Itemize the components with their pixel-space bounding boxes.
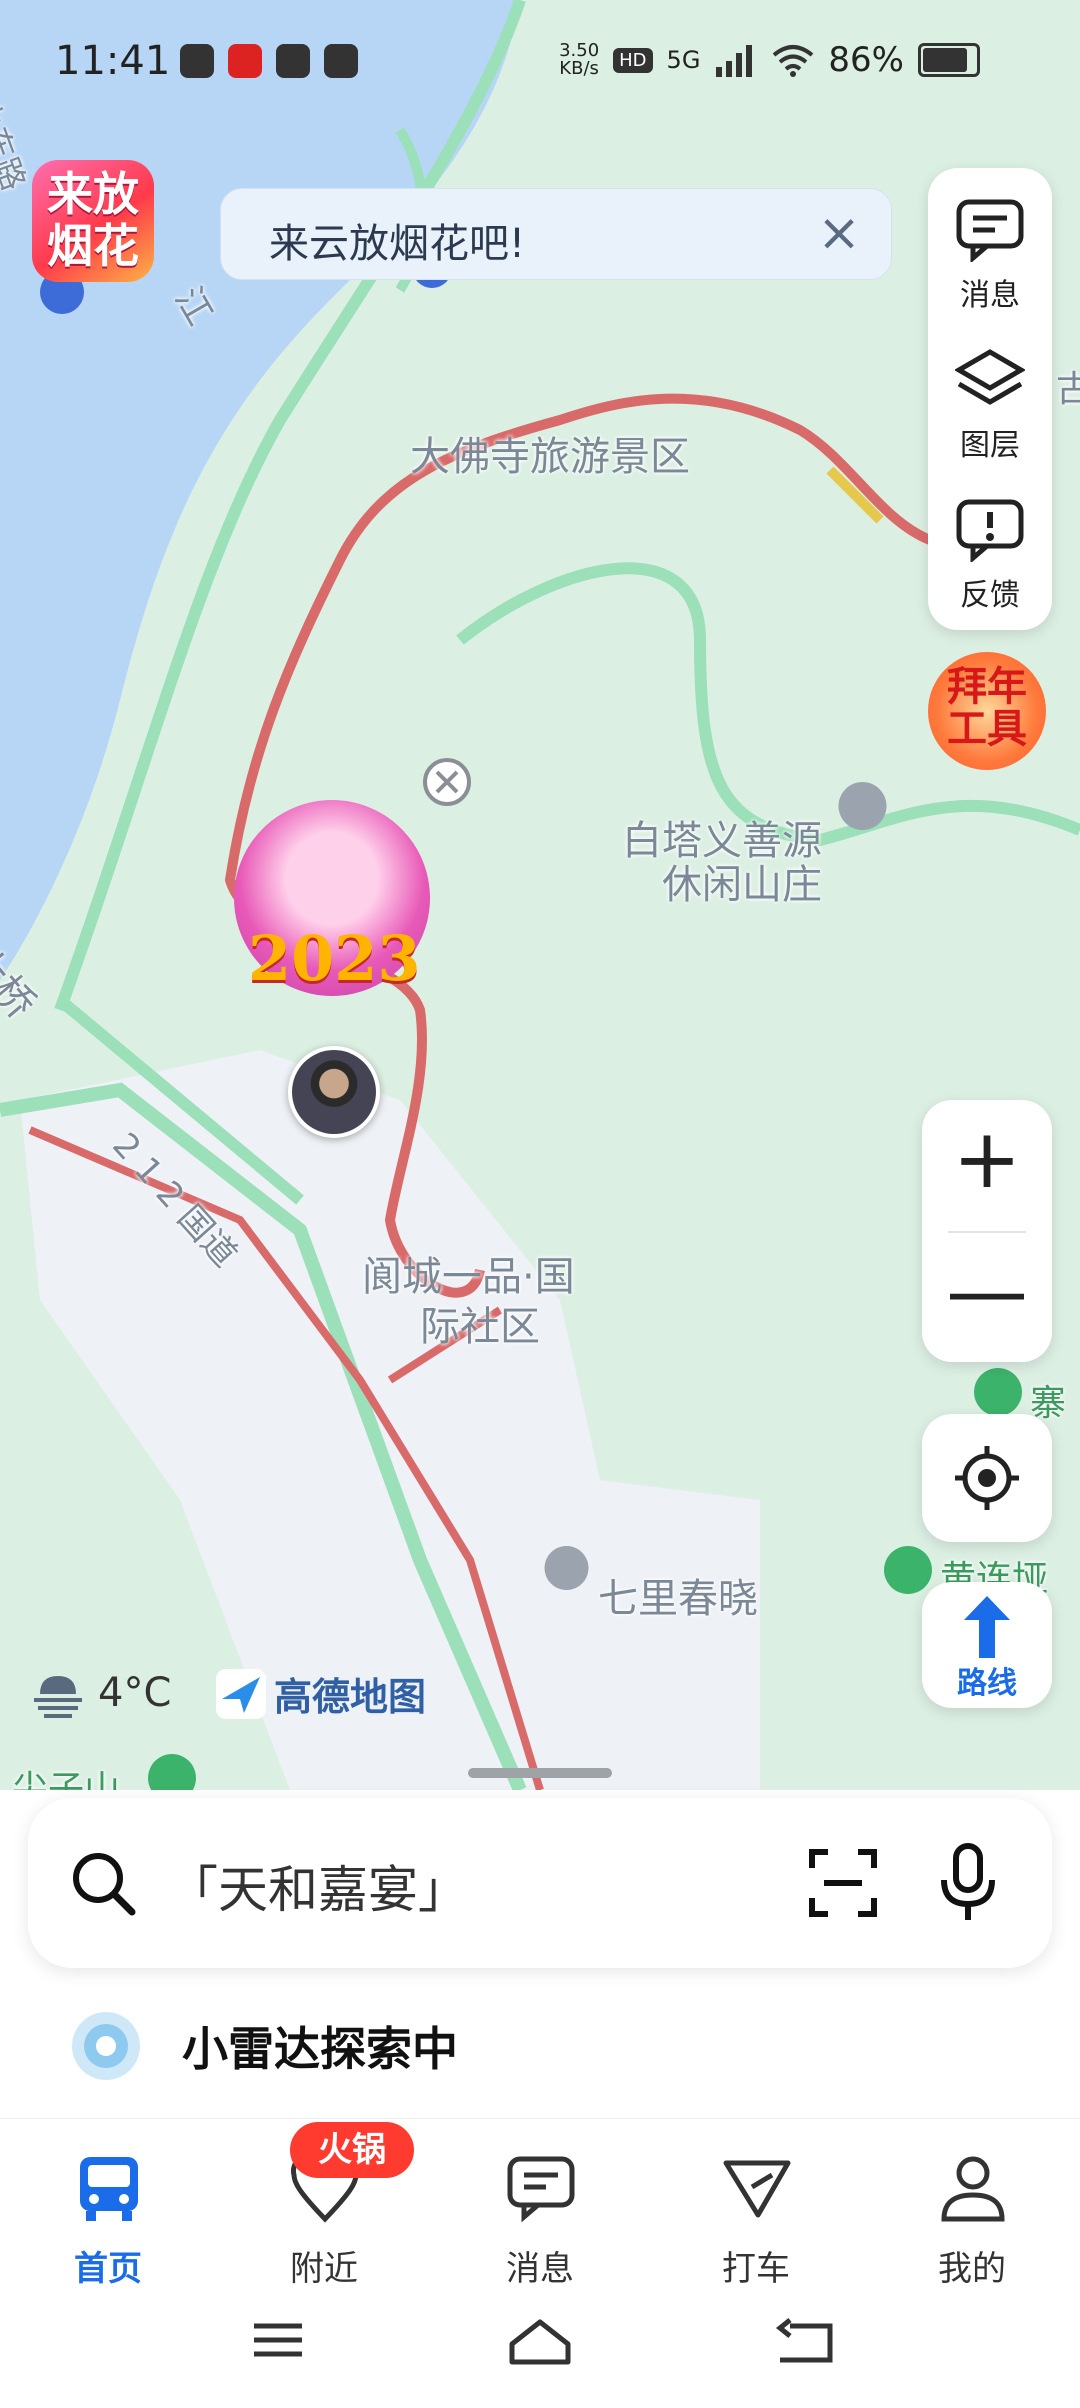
fireworks-banner[interactable]: 来云放烟花吧! × [220, 188, 892, 280]
toolbar-message-label: 消息 [960, 278, 1020, 313]
net-speed: 3.50 KB/s [559, 40, 600, 79]
weather[interactable]: 4°C [30, 1668, 171, 1718]
system-nav-bar [0, 2298, 1080, 2408]
amap-logo-icon [216, 1668, 266, 1719]
card-icon [276, 44, 310, 78]
menu-icon[interactable] [250, 2318, 306, 2362]
scan-icon[interactable] [808, 1848, 878, 1918]
signal-icon [716, 45, 753, 77]
map-label-community-2[interactable]: 际社区 [420, 1294, 540, 1352]
toolbar-feedback-button[interactable]: 反馈 [928, 478, 1052, 618]
search-icon [73, 1853, 136, 1916]
toolbar-message-button[interactable]: 消息 [928, 178, 1052, 318]
hd-icon: HD [613, 47, 653, 73]
radar-row[interactable]: 小雷达探索中 [70, 2010, 458, 2082]
zoom-in-button[interactable]: + [922, 1100, 1052, 1230]
radar-label: 小雷达探索中 [182, 2022, 458, 2076]
home-icon[interactable] [508, 2318, 572, 2366]
amap-logo: 高德地图 [216, 1666, 426, 1721]
cloud-icon [180, 44, 214, 78]
wifi-icon [773, 45, 814, 77]
route-button[interactable]: 路线 [922, 1582, 1052, 1708]
battery-icon [918, 43, 980, 77]
tab-home[interactable]: 首页 [38, 2143, 178, 2293]
tab-nearby-label: 附近 [290, 2249, 358, 2289]
status-notification-icons [180, 44, 358, 78]
radar-icon [72, 2012, 140, 2080]
weather-temp: 4°C [98, 1670, 172, 1716]
layers-icon [955, 349, 1025, 405]
tab-profile-label: 我的 [938, 2249, 1006, 2289]
user-location-avatar[interactable] [288, 1046, 380, 1138]
brand-name: 高德地图 [274, 1675, 427, 1719]
toolbar-layers-button[interactable]: 图层 [928, 328, 1052, 468]
toolbar-feedback-label: 反馈 [960, 578, 1020, 613]
map-toolbar: 消息 图层 反馈 [928, 168, 1052, 630]
search-placeholder: 「天和嘉宴」 [168, 1861, 468, 1919]
cloud-weather-icon [34, 1676, 82, 1718]
toolbar-layers-label: 图层 [960, 428, 1020, 463]
tab-profile[interactable]: 我的 [902, 2143, 1042, 2293]
taxi-icon [723, 2160, 791, 2218]
message-icon [956, 199, 1024, 262]
route-label: 路线 [957, 1666, 1017, 1701]
feedback-icon [956, 499, 1024, 562]
message-icon [507, 2156, 575, 2223]
tab-taxi[interactable]: 打车 [686, 2143, 826, 2293]
battery-percent: 86% [828, 40, 904, 80]
new-year-rabbit-pin[interactable]: 2023 [234, 800, 430, 996]
status-time: 11:41 [55, 38, 171, 84]
zoom-out-button[interactable]: — [922, 1232, 1052, 1362]
banner-text: 来云放烟花吧! [269, 221, 526, 267]
search-bar[interactable]: 「天和嘉宴」 [28, 1798, 1052, 1968]
new-year-tools-button[interactable]: 拜年工具 [928, 652, 1046, 770]
route-arrow-icon [964, 1596, 1010, 1658]
microphone-icon[interactable] [938, 1842, 998, 1924]
tab-home-label: 首页 [74, 2249, 142, 2289]
map-label-jianzishan[interactable]: 尖子山 [12, 1760, 120, 1790]
fan-icon [324, 44, 358, 78]
nearby-badge: 火锅 [290, 2122, 414, 2178]
pin-year: 2023 [248, 922, 421, 995]
app-notification-icon [228, 44, 262, 78]
tab-messages-label: 消息 [506, 2249, 574, 2289]
locate-button[interactable] [922, 1414, 1052, 1542]
person-icon [941, 2156, 1005, 2222]
network-type: 5G [666, 46, 701, 74]
zoom-control: + — [922, 1100, 1052, 1362]
map-label-qilichunxiao[interactable]: 七里春晓 [598, 1566, 758, 1624]
status-right: 3.50 KB/s HD 5G 86% [559, 40, 980, 80]
banner-close-icon[interactable]: × [811, 205, 867, 261]
sheet-drag-handle[interactable] [468, 1768, 612, 1778]
back-icon[interactable] [776, 2318, 834, 2366]
map-label-resort-2[interactable]: 休闲山庄 [662, 852, 822, 910]
bottom-tab-bar: 首页 附近 消息 打车 我的 [0, 2118, 1080, 2299]
tab-taxi-label: 打车 [722, 2249, 790, 2289]
locate-icon [955, 1446, 1019, 1510]
bus-icon [80, 2157, 138, 2221]
status-bar: 11:41 3.50 KB/s HD 5G 86% [0, 0, 1080, 130]
map-label-gu: 古 [1056, 369, 1080, 410]
tab-messages[interactable]: 消息 [470, 2143, 610, 2293]
map-label-scenic[interactable]: 大佛寺旅游景区 [410, 424, 690, 482]
fireworks-promo-button[interactable]: 来放烟花 [32, 160, 154, 282]
